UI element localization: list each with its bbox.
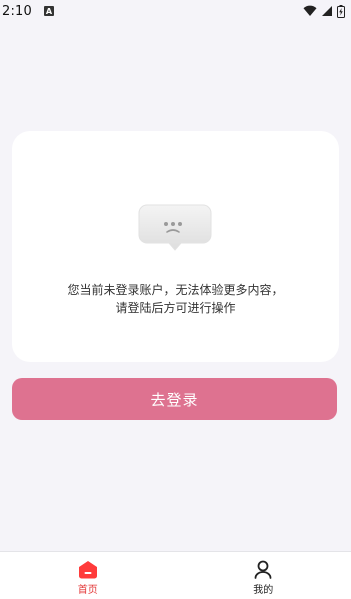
user-icon — [254, 560, 272, 579]
status-time: 2:10 — [2, 3, 32, 19]
bottom-tab-bar: 首页 我的 — [0, 551, 351, 599]
status-icons — [303, 4, 345, 18]
battery-icon — [337, 4, 345, 18]
signal-icon — [322, 6, 332, 16]
empty-state-message: 您当前未登录账户，无法体验更多内容， 请登陆后方可进行操作 — [12, 281, 339, 317]
tab-mine[interactable]: 我的 — [176, 552, 351, 599]
login-button[interactable]: 去登录 — [12, 378, 337, 420]
notification-a-icon: A — [44, 6, 54, 16]
status-bar: 2:10 A — [0, 0, 351, 22]
empty-state-card: 您当前未登录账户，无法体验更多内容， 请登陆后方可进行操作 — [12, 131, 339, 362]
empty-message-line-2: 请登陆后方可进行操作 — [115, 301, 236, 315]
empty-message-line-1: 您当前未登录账户，无法体验更多内容， — [67, 283, 284, 297]
sad-chat-bubble-icon — [138, 204, 212, 251]
screen: 2:10 A 您当前未登录账户，无法体验更多内容， 请登陆后方可进行操作 去登录… — [0, 0, 351, 599]
tab-home[interactable]: 首页 — [0, 552, 176, 599]
home-icon — [78, 561, 97, 579]
wifi-icon — [303, 5, 317, 16]
tab-mine-label: 我的 — [253, 585, 274, 596]
tab-home-label: 首页 — [77, 585, 98, 596]
